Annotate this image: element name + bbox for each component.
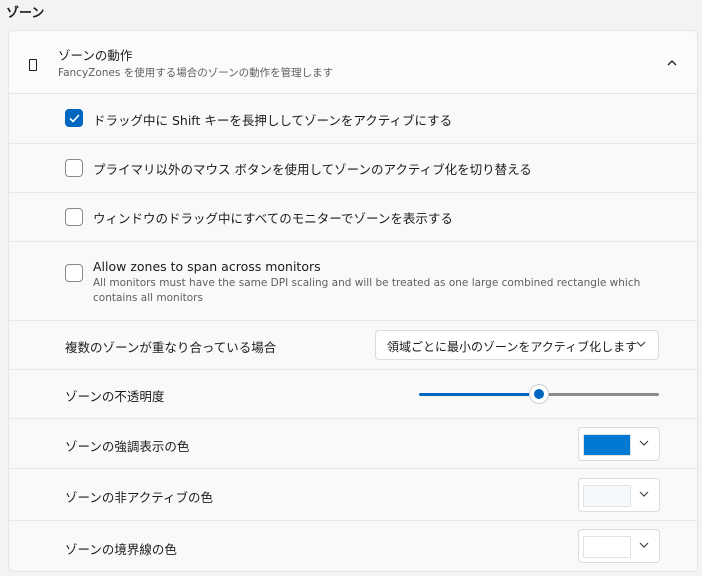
all-monitors-checkbox[interactable] xyxy=(65,208,83,226)
span-monitors-checkbox[interactable] xyxy=(65,264,83,282)
border-color-label: ゾーンの境界線の色 xyxy=(65,542,177,557)
inactive-color-swatch xyxy=(583,485,631,507)
chevron-down-icon xyxy=(636,339,646,350)
overlap-dropdown[interactable]: 領域ごとに最小のゾーンをアクティブ化します xyxy=(375,330,659,360)
opacity-slider-fill xyxy=(419,393,539,396)
highlight-color-label: ゾーンの強調表示の色 xyxy=(65,439,190,454)
all-monitors-row: ウィンドウのドラッグ中にすべてのモニターでゾーンを表示する xyxy=(9,193,697,242)
chevron-down-icon xyxy=(639,540,649,551)
checkmark-icon xyxy=(69,114,80,123)
mouse-button-label: プライマリ以外のマウス ボタンを使用してゾーンのアクティブ化を切り替える xyxy=(93,162,532,177)
span-monitors-description: All monitors must have the same DPI scal… xyxy=(93,277,641,304)
opacity-label: ゾーンの不透明度 xyxy=(65,389,165,404)
zone-behavior-card: ゾーンの動作 FancyZones を使用する場合のゾーンの動作を管理します ド… xyxy=(8,30,698,572)
overlap-label: 複数のゾーンが重なり合っている場合 xyxy=(65,340,277,355)
highlight-color-picker[interactable] xyxy=(578,427,660,461)
opacity-slider[interactable] xyxy=(419,384,659,404)
inactive-color-row: ゾーンの非アクティブの色 xyxy=(9,469,697,521)
border-color-picker[interactable] xyxy=(578,529,660,563)
span-monitors-row: Allow zones to span across monitors All … xyxy=(9,242,697,321)
opacity-slider-track xyxy=(539,393,659,396)
overlap-row: 複数のゾーンが重なり合っている場合 領域ごとに最小のゾーンをアクティブ化します xyxy=(9,321,697,370)
inactive-color-label: ゾーンの非アクティブの色 xyxy=(65,490,214,505)
mouse-button-checkbox[interactable] xyxy=(65,159,83,177)
zone-behavior-title: ゾーンの動作 xyxy=(58,48,133,63)
zone-behavior-description: FancyZones を使用する場合のゾーンの動作を管理します xyxy=(58,67,334,79)
highlight-color-row: ゾーンの強調表示の色 xyxy=(9,419,697,469)
chevron-up-icon[interactable] xyxy=(667,55,677,69)
inactive-color-picker[interactable] xyxy=(578,478,660,512)
all-monitors-label: ウィンドウのドラッグ中にすべてのモニターでゾーンを表示する xyxy=(93,211,453,226)
zone-behavior-header[interactable]: ゾーンの動作 FancyZones を使用する場合のゾーンの動作を管理します xyxy=(9,31,697,94)
border-color-row: ゾーンの境界線の色 xyxy=(9,521,697,571)
border-color-swatch xyxy=(583,536,631,558)
overlap-selected: 領域ごとに最小のゾーンをアクティブ化します xyxy=(387,340,638,354)
highlight-color-swatch xyxy=(583,434,631,456)
opacity-row: ゾーンの不透明度 xyxy=(9,370,697,419)
chevron-down-icon xyxy=(639,438,649,449)
opacity-slider-thumb[interactable] xyxy=(529,384,549,404)
shift-drag-label: ドラッグ中に Shift キーを長押ししてゾーンをアクティブにする xyxy=(93,113,453,128)
phone-icon xyxy=(29,59,37,71)
chevron-down-icon xyxy=(639,489,649,500)
span-monitors-label: Allow zones to span across monitors xyxy=(93,259,321,274)
mouse-button-row: プライマリ以外のマウス ボタンを使用してゾーンのアクティブ化を切り替える xyxy=(9,144,697,193)
shift-drag-checkbox[interactable] xyxy=(65,109,83,127)
shift-drag-row: ドラッグ中に Shift キーを長押ししてゾーンをアクティブにする xyxy=(9,94,697,144)
section-title: ゾーン xyxy=(6,6,45,21)
